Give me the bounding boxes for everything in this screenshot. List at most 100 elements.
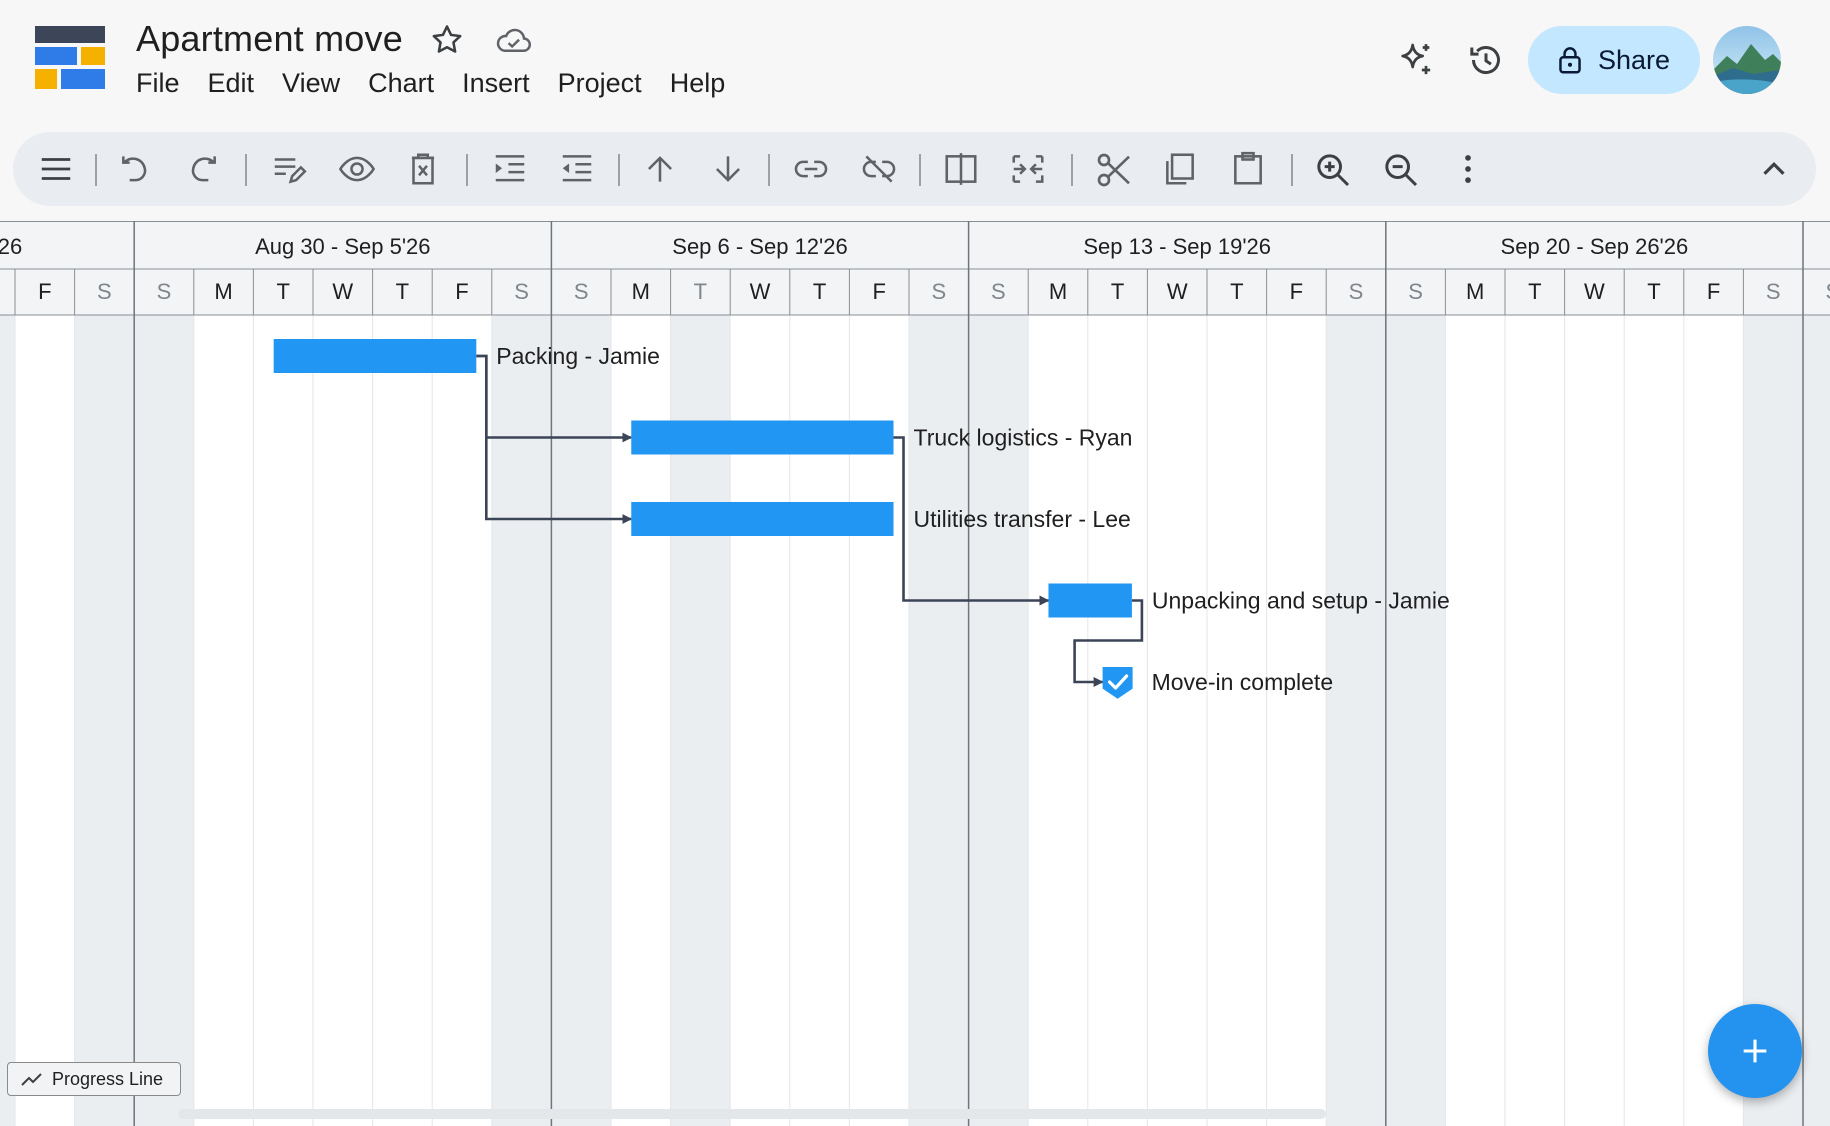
week-label: Aug 30 - Sep 5'26: [255, 234, 430, 259]
day-label: S: [991, 279, 1006, 304]
day-label: T: [1230, 279, 1243, 304]
day-label: F: [1707, 279, 1720, 304]
menu-help[interactable]: Help: [670, 68, 726, 99]
task-label: Truck logistics - Ryan: [914, 425, 1133, 451]
progress-line-button[interactable]: Progress Line: [7, 1062, 181, 1096]
day-label: T: [694, 279, 707, 304]
toolbar-divider: [95, 154, 97, 186]
outdent-icon[interactable]: [558, 150, 596, 188]
lock-icon: [1556, 45, 1584, 75]
cloud-saved-icon[interactable]: [494, 24, 534, 61]
unlink-icon[interactable]: [859, 150, 897, 188]
toolbar-divider: [1071, 154, 1073, 186]
day-label: S: [931, 279, 946, 304]
day-label: S: [157, 279, 172, 304]
week-label: Sep 20 - Sep 26'26: [1501, 234, 1689, 259]
toolbar-divider: [1291, 154, 1293, 186]
day-label: S: [574, 279, 589, 304]
share-label: Share: [1598, 44, 1671, 75]
paste-icon[interactable]: [1229, 150, 1267, 188]
menu-project[interactable]: Project: [558, 68, 642, 99]
copy-icon[interactable]: [1161, 150, 1199, 188]
app-header: Apartment move File Edit View Chart Inse…: [0, 0, 1830, 130]
day-label: F: [455, 279, 468, 304]
task-bar[interactable]: [273, 339, 477, 373]
merge-icon[interactable]: [1009, 150, 1047, 188]
split-icon[interactable]: [942, 150, 980, 188]
document-title[interactable]: Apartment move: [136, 18, 403, 60]
task-bar[interactable]: [631, 502, 894, 536]
toolbar-divider: [466, 154, 468, 186]
weekend-column: [134, 315, 194, 1126]
collapse-toolbar-icon[interactable]: [1755, 150, 1793, 188]
day-label: F: [38, 279, 51, 304]
task-bar[interactable]: [631, 420, 894, 455]
toolbar-divider: [618, 154, 620, 186]
menu-insert[interactable]: Insert: [462, 68, 530, 99]
day-label: M: [1049, 279, 1067, 304]
weekend-column: [1803, 315, 1830, 1126]
more-vert-icon[interactable]: [1449, 150, 1487, 188]
day-label: T: [396, 279, 409, 304]
sparkle-icon[interactable]: [1396, 40, 1436, 85]
day-label: W: [750, 279, 771, 304]
delete-icon[interactable]: [404, 150, 442, 188]
day-label: S: [1349, 279, 1364, 304]
day-label: F: [872, 279, 885, 304]
history-icon[interactable]: [1466, 40, 1506, 85]
cut-icon[interactable]: [1094, 150, 1132, 188]
week-label: Sep 13 - Sep 19'26: [1083, 234, 1271, 259]
toolbar: [13, 132, 1816, 206]
day-label: W: [1584, 279, 1605, 304]
zoom-in-icon[interactable]: [1313, 150, 1351, 188]
trending-up-icon: [20, 1070, 44, 1088]
day-label: S: [1408, 279, 1423, 304]
redo-icon[interactable]: [183, 150, 221, 188]
link-icon[interactable]: [791, 150, 829, 188]
indent-icon[interactable]: [491, 150, 529, 188]
share-button[interactable]: Share: [1528, 26, 1700, 94]
day-label: S: [514, 279, 529, 304]
add-task-fab[interactable]: [1708, 1004, 1802, 1098]
toolbar-divider: [245, 154, 247, 186]
day-label: T: [813, 279, 826, 304]
toolbar-divider: [919, 154, 921, 186]
weekend-column: [74, 315, 135, 1126]
menu-bar: File Edit View Chart Insert Project Help: [136, 68, 753, 99]
zoom-out-icon[interactable]: [1381, 150, 1419, 188]
day-label: W: [332, 279, 353, 304]
weekend-column: [1326, 315, 1386, 1126]
task-bar[interactable]: [1048, 583, 1132, 618]
add-icon: [1738, 1034, 1772, 1068]
visibility-icon[interactable]: [337, 150, 376, 188]
day-label: T: [1647, 279, 1660, 304]
menu-file[interactable]: File: [136, 68, 180, 99]
day-label: W: [1167, 279, 1188, 304]
horizontal-scrollbar: [178, 1109, 1326, 1119]
weekend-column: [0, 315, 15, 1126]
day-label: M: [1466, 279, 1484, 304]
day-label: S: [1825, 279, 1830, 304]
day-label: M: [632, 279, 650, 304]
day-label: T: [1111, 279, 1124, 304]
move-up-icon[interactable]: [641, 150, 679, 188]
star-outline-icon[interactable]: [429, 22, 465, 63]
progress-line-label: Progress Line: [52, 1068, 164, 1089]
day-label: T: [1528, 279, 1541, 304]
day-label: S: [97, 279, 112, 304]
menu-edit[interactable]: Edit: [208, 68, 255, 99]
day-label: F: [1290, 279, 1303, 304]
move-down-icon[interactable]: [709, 150, 747, 188]
app-logo[interactable]: [35, 26, 105, 92]
task-label: Move-in complete: [1152, 669, 1334, 695]
menu-view[interactable]: View: [282, 68, 340, 99]
menu-chart[interactable]: Chart: [368, 68, 434, 99]
avatar[interactable]: [1713, 26, 1781, 94]
gantt-chart: F S S M T W T F S S M T W T F S S M T W T F S S M T W T F S S 26 Aug 30 …: [0, 221, 1830, 1126]
week-label: 26: [0, 234, 22, 259]
menu-icon[interactable]: [37, 150, 75, 188]
undo-icon[interactable]: [117, 150, 155, 188]
edit-task-icon[interactable]: [270, 150, 308, 188]
day-label: S: [1766, 279, 1781, 304]
milestone-marker: [1102, 667, 1133, 699]
